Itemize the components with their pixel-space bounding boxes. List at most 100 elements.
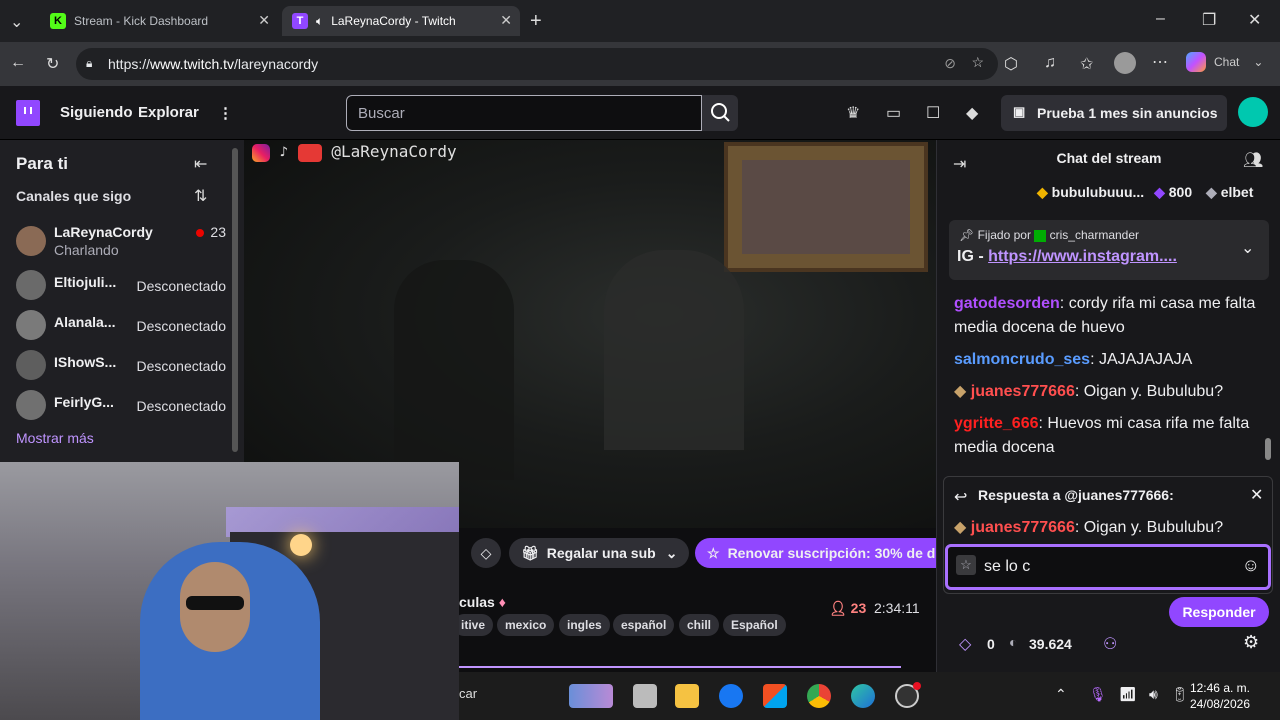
youtube-icon: [297, 143, 322, 162]
edge-icon[interactable]: [851, 684, 875, 708]
task-view-icon[interactable]: [633, 684, 657, 708]
search-input[interactable]: Buscar: [346, 95, 702, 131]
tag[interactable]: español: [613, 614, 675, 636]
chat-username[interactable]: gatodesorden: [954, 295, 1060, 312]
sidebar-channel[interactable]: FeirlyG... Desconectado: [16, 386, 226, 422]
profile-avatar[interactable]: [1114, 52, 1136, 74]
channel-game: Charlando: [54, 242, 119, 258]
show-more-link[interactable]: Mostrar más: [16, 430, 94, 446]
microphone-icon[interactable]: 🎙︎: [1089, 686, 1107, 703]
channel-status: Desconectado: [136, 318, 226, 334]
more-vertical-icon[interactable]: ⋮: [218, 104, 233, 122]
nav-following[interactable]: Siguiendo: [60, 104, 133, 121]
crown-icon[interactable]: ♛: [846, 103, 860, 123]
tab-title: LaReynaCordy - Twitch: [331, 14, 456, 28]
chat-scrollbar[interactable]: [1265, 438, 1271, 460]
close-tab-icon[interactable]: ✕: [258, 12, 270, 29]
sidebar-scrollbar[interactable]: [232, 148, 238, 452]
tag[interactable]: mexico: [497, 614, 555, 636]
sidebar-channel[interactable]: IShowS... Desconectado: [16, 346, 226, 382]
battery-icon[interactable]: 🔋︎: [1171, 686, 1189, 703]
close-window-icon[interactable]: ✕: [1248, 10, 1261, 30]
tab-kick-dashboard[interactable]: K Stream - Kick Dashboard ✕: [40, 6, 278, 36]
media-icon[interactable]: ♫: [1044, 54, 1056, 72]
close-reply-icon[interactable]: ✕: [1250, 485, 1263, 505]
whispers-icon[interactable]: ☐: [926, 103, 940, 123]
chat-settings-gear-icon[interactable]: ⚙: [1243, 632, 1259, 653]
volume-icon[interactable]: 🔊︎: [1149, 686, 1158, 703]
favorites-icon[interactable]: ✩: [1080, 54, 1093, 74]
nav-browse[interactable]: Explorar: [138, 104, 199, 121]
users-icon[interactable]: 👥︎: [1243, 150, 1263, 170]
sidebar-channel[interactable]: LaReynaCordy Charlando 23: [16, 222, 226, 262]
stream-title-text: culas: [459, 594, 495, 610]
chat-text: : JAJAJAJAJA: [1090, 351, 1193, 368]
channel-name: Alanala...: [54, 314, 116, 330]
search-button[interactable]: [702, 95, 738, 131]
streamer-cam-frame: [724, 142, 928, 272]
predictions-icon[interactable]: ⚇: [1103, 634, 1117, 654]
bits-icon[interactable]: ◇: [959, 634, 971, 654]
gift-leaderboard[interactable]: ◆ bubulubuuu... ◆ 800 ◆ elbet: [1037, 184, 1253, 201]
favorite-star-icon[interactable]: ☆: [971, 54, 984, 71]
tab-twitch[interactable]: T 🔈︎ LaReynaCordy - Twitch ✕: [282, 6, 520, 36]
chat-username[interactable]: ygritte_666: [954, 415, 1039, 432]
more-icon[interactable]: ⋯: [1152, 52, 1168, 72]
twitch-top-nav: Siguiendo Explorar ⋮ Buscar ♛ ▭ ☐ ◆ ▣ Pr…: [0, 86, 1280, 140]
user-avatar[interactable]: [1238, 97, 1268, 127]
pinned-link[interactable]: https://www.instagram....: [988, 248, 1177, 265]
collapse-sidebar-icon[interactable]: ⇤: [194, 154, 207, 174]
chat-username[interactable]: juanes777666: [971, 383, 1075, 400]
channel-points-icon[interactable]: ◐: [1009, 634, 1017, 650]
emote-picker-icon[interactable]: ☺: [1242, 555, 1260, 576]
extensions-icon[interactable]: ⬡: [1004, 54, 1018, 74]
back-icon[interactable]: ←: [10, 54, 26, 72]
store-icon[interactable]: [763, 684, 787, 708]
taskbar-search[interactable]: car: [459, 686, 477, 701]
reply-username[interactable]: juanes777666: [971, 519, 1075, 536]
copilot-chat-button[interactable]: Chat ⌄: [1186, 52, 1263, 72]
instagram-icon: [252, 143, 270, 162]
close-tab-icon[interactable]: ✕: [500, 12, 512, 29]
tab-list-chevron-icon[interactable]: ⌄: [10, 12, 23, 32]
chevron-down-icon[interactable]: ⌄: [1241, 238, 1254, 258]
sidebar-channel[interactable]: Eltiojuli... Desconectado: [16, 266, 226, 302]
gift-sub-button[interactable]: 🎁︎ Regalar una sub ⌄: [509, 538, 690, 568]
restore-icon[interactable]: ❐: [1202, 10, 1216, 30]
tag[interactable]: Español: [723, 614, 786, 636]
tray-chevron-icon[interactable]: ⌃: [1055, 686, 1067, 703]
address-bar[interactable]: 🔒︎ https://www.twitch.tv/lareynacordy ⊘ …: [76, 48, 998, 80]
tracking-icon[interactable]: ⊘: [944, 55, 956, 72]
twitch-favicon-icon: T: [292, 13, 308, 29]
bits-icon[interactable]: ◆: [966, 103, 978, 123]
star-badge-icon[interactable]: ☆: [956, 555, 976, 575]
twitch-logo-icon[interactable]: [16, 100, 40, 126]
taskbar-clock[interactable]: 12:46 a. m. 24/08/2026: [1190, 680, 1250, 712]
chrome-icon[interactable]: [807, 684, 831, 708]
channel-name: FeirlyG...: [54, 394, 114, 410]
respond-button[interactable]: Responder: [1169, 597, 1269, 627]
tag[interactable]: ingles: [559, 614, 610, 636]
facebook-icon[interactable]: [719, 684, 743, 708]
tag[interactable]: itive: [453, 614, 494, 636]
reload-icon[interactable]: ↻: [46, 54, 59, 74]
pinned-message[interactable]: 📌︎ Fijado por cris_charmander IG - https…: [949, 220, 1269, 280]
ad-free-promo-button[interactable]: ▣ Prueba 1 mes sin anuncios: [1001, 95, 1227, 131]
ad-icon: ▣: [1013, 104, 1026, 119]
chat-username[interactable]: salmoncrudo_ses: [954, 351, 1090, 368]
badge-icon: ◆: [954, 519, 967, 536]
channel-points-balance[interactable]: 39.624: [1029, 636, 1072, 652]
tag[interactable]: chill: [679, 614, 720, 636]
new-tab-icon[interactable]: +: [530, 10, 542, 33]
file-explorer-icon[interactable]: [675, 684, 699, 708]
renew-subscription-button[interactable]: ☆ Renovar suscripción: 30% de d: [695, 538, 936, 568]
inbox-icon[interactable]: ▭: [886, 103, 901, 123]
wifi-icon[interactable]: 📶︎: [1119, 686, 1137, 703]
chat-input[interactable]: ☆ se lo c ☺: [945, 544, 1271, 590]
sidebar-channel[interactable]: Alanala... Desconectado: [16, 306, 226, 342]
minimize-icon[interactable]: –: [1156, 10, 1165, 28]
badge-icon: ◆: [954, 383, 967, 400]
sort-icon[interactable]: ⇅: [194, 186, 207, 206]
speaker-icon[interactable]: 🔈︎: [316, 14, 323, 29]
bits-icon[interactable]: ◇: [471, 538, 501, 568]
